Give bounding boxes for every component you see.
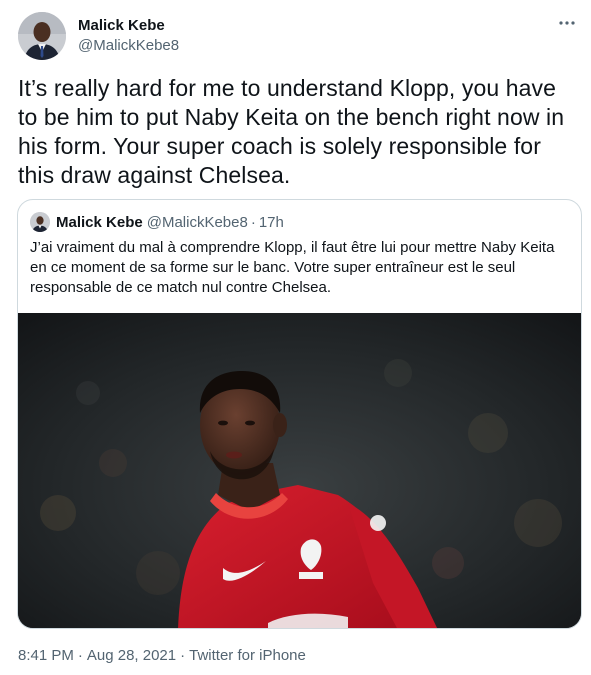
tweet-metadata: 8:41 PM · Aug 28, 2021 · Twitter for iPhone bbox=[18, 646, 306, 666]
tweet-source[interactable]: Twitter for iPhone bbox=[189, 647, 306, 664]
more-options-button[interactable] bbox=[556, 14, 578, 32]
quoted-author-handle: @MalickKebe8 bbox=[146, 213, 248, 231]
tweet-header: Malick Kebe @MalickKebe8 bbox=[18, 12, 578, 62]
quoted-author-display-name: Malick Kebe bbox=[56, 213, 143, 231]
more-horizontal-icon bbox=[559, 21, 575, 25]
author-handle[interactable]: @MalickKebe8 bbox=[78, 36, 179, 56]
tweet-time[interactable]: 8:41 PM bbox=[18, 647, 74, 664]
meta-separator: · bbox=[77, 647, 83, 664]
tweet-card: Malick Kebe @MalickKebe8 It’s really har… bbox=[0, 0, 591, 675]
avatar-photo-icon bbox=[18, 12, 66, 60]
quoted-author-avatar bbox=[30, 212, 50, 232]
quoted-tweet-header: Malick Kebe @MalickKebe8 · 17h bbox=[30, 211, 284, 233]
tweet-text: It’s really hard for me to understand Kl… bbox=[18, 75, 565, 188]
author-display-name[interactable]: Malick Kebe bbox=[78, 16, 179, 36]
author-avatar[interactable] bbox=[18, 12, 66, 60]
quoted-separator: · bbox=[250, 213, 256, 231]
avatar-photo-icon bbox=[30, 212, 50, 232]
meta-separator: · bbox=[180, 647, 186, 664]
tweet-date[interactable]: Aug 28, 2021 bbox=[87, 647, 176, 664]
quoted-tweet[interactable]: Malick Kebe @MalickKebe8 · 17h J’ai vrai… bbox=[17, 199, 582, 629]
quoted-tweet-image[interactable] bbox=[18, 313, 581, 628]
quoted-timestamp: 17h bbox=[258, 213, 284, 231]
quoted-tweet-text: J’ai vraiment du mal à comprendre Klopp,… bbox=[30, 239, 555, 296]
player-photo-icon bbox=[18, 313, 581, 628]
author-names: Malick Kebe @MalickKebe8 bbox=[78, 16, 179, 56]
